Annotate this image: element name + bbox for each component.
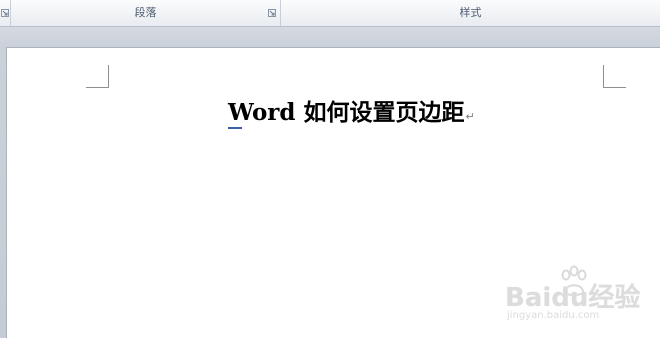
document-title-line[interactable]: Word 如何设置页边距↵ bbox=[228, 98, 475, 132]
ribbon-group-styles: 样式 bbox=[281, 0, 660, 26]
watermark-logo-text: Baidu经验 bbox=[505, 283, 641, 313]
ribbon-group-partial bbox=[0, 0, 11, 26]
ribbon-group-paragraph: 段落 bbox=[11, 0, 281, 26]
paragraph-dialog-launcher-icon[interactable] bbox=[268, 9, 276, 17]
crop-mark-top-right bbox=[603, 65, 626, 88]
baidu-jingyan-watermark: Baidu经验 jingyan.baidu.com bbox=[505, 265, 655, 325]
word-window: 段落 样式 Word 如何设置页边距↵ Baidu经验 jingyan.baid… bbox=[0, 0, 660, 338]
ribbon: 段落 样式 bbox=[0, 0, 660, 27]
dialog-launcher-icon[interactable] bbox=[1, 9, 9, 17]
paragraph-group-label: 段落 bbox=[134, 6, 157, 19]
document-title: Word 如何设置页边距 bbox=[228, 99, 465, 126]
paragraph-mark-icon: ↵ bbox=[465, 110, 475, 123]
styles-group-label: 样式 bbox=[459, 6, 482, 19]
watermark-url: jingyan.baidu.com bbox=[507, 310, 600, 321]
crop-mark-top-left bbox=[86, 65, 109, 88]
